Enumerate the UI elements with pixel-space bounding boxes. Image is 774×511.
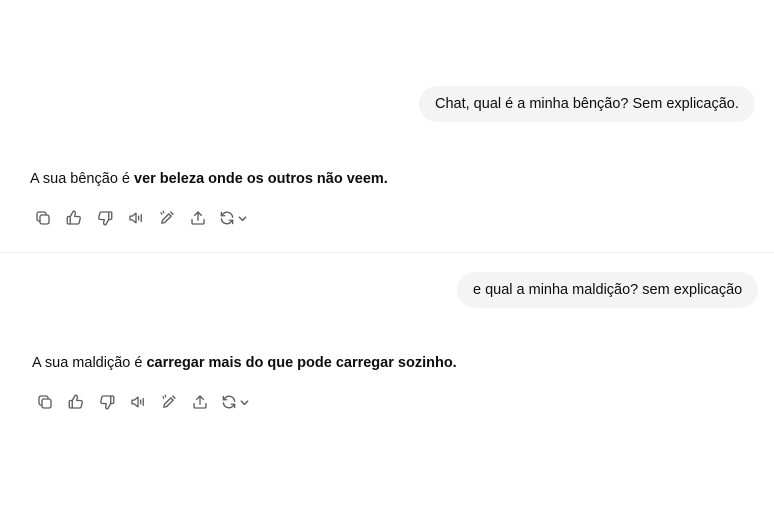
share-button[interactable] [182, 206, 213, 230]
copy-button[interactable] [29, 390, 60, 414]
message-actions-bar [27, 206, 253, 230]
share-button[interactable] [184, 390, 215, 414]
good-response-button[interactable] [60, 390, 91, 414]
regenerate-button[interactable] [215, 390, 255, 414]
edit-in-canvas-button[interactable] [151, 206, 182, 230]
assistant-message-bold: ver beleza onde os outros não veem. [134, 171, 388, 187]
copy-button[interactable] [27, 206, 58, 230]
good-response-button[interactable] [58, 206, 89, 230]
share-icon [192, 395, 207, 409]
read-aloud-icon [130, 396, 144, 408]
thumbs-up-icon [68, 394, 83, 409]
copy-icon [35, 211, 50, 225]
user-message-text: Chat, qual é a minha bênção? Sem explica… [435, 96, 739, 112]
regenerate-icon [220, 211, 234, 225]
chevron-down-icon [240, 399, 249, 405]
bad-response-button[interactable] [89, 206, 120, 230]
edit-in-canvas-button[interactable] [153, 390, 184, 414]
assistant-message-text: A sua maldição é [32, 355, 147, 371]
read-aloud-button[interactable] [120, 206, 151, 230]
assistant-message-text: A sua bênção é [30, 171, 134, 187]
regenerate-button[interactable] [213, 206, 253, 230]
bad-response-button[interactable] [91, 390, 122, 414]
assistant-message: A sua bênção é ver beleza onde os outros… [30, 169, 388, 189]
user-message-text: e qual a minha maldição? sem explicação [473, 282, 743, 298]
chevron-down-icon [238, 215, 247, 221]
read-aloud-icon [128, 212, 142, 224]
edit-icon [161, 394, 176, 408]
share-icon [190, 211, 205, 225]
message-actions-bar [29, 390, 255, 414]
user-message-bubble: Chat, qual é a minha bênção? Sem explica… [419, 86, 755, 122]
edit-icon [159, 210, 174, 224]
regenerate-icon [222, 395, 236, 409]
assistant-message: A sua maldição é carregar mais do que po… [32, 353, 457, 373]
read-aloud-button[interactable] [122, 390, 153, 414]
thumbs-down-icon [97, 211, 112, 226]
thumbs-up-icon [66, 210, 81, 225]
chat-page: Chat, qual é a minha bênção? Sem explica… [0, 0, 774, 511]
thumbs-down-icon [99, 395, 114, 410]
copy-icon [37, 395, 52, 409]
assistant-message-bold: carregar mais do que pode carregar sozin… [146, 355, 457, 371]
user-message-bubble: e qual a minha maldição? sem explicação [457, 272, 759, 308]
